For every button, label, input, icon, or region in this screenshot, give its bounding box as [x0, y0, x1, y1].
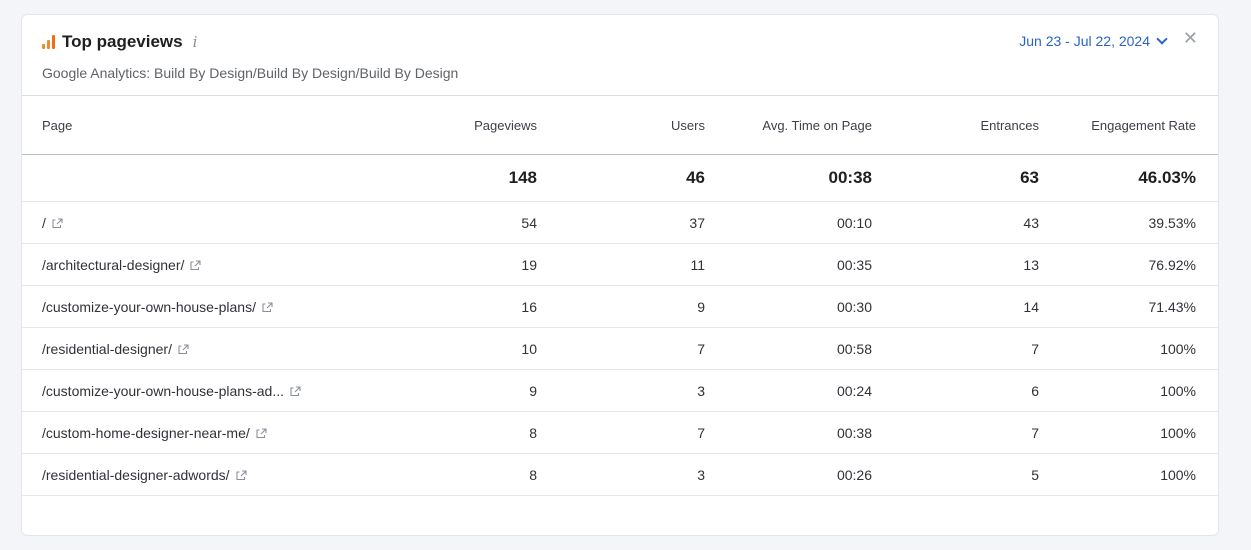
widget-title: Top pageviews [62, 32, 183, 51]
pageviews-cell: 8 [372, 453, 537, 496]
close-icon[interactable]: ✕ [1183, 29, 1198, 47]
pageviews-cell: 19 [372, 243, 537, 286]
page-cell: /residential-designer-adwords/ [22, 453, 372, 496]
avg-time-cell: 00:26 [705, 453, 872, 496]
table-header-row: Page Pageviews Users Avg. Time on Page E… [22, 96, 1218, 155]
info-icon[interactable]: i [193, 33, 198, 51]
avg-time-cell: 00:35 [705, 243, 872, 286]
users-cell: 7 [537, 411, 705, 454]
column-header-entrances[interactable]: Entrances [872, 96, 1039, 155]
table-row: /custom-home-designer-near-me/8 7 00:38 7 10… [22, 411, 1218, 454]
table-row: /architectural-designer/19 11 00:35 13 76.92… [22, 243, 1218, 286]
external-link-icon[interactable] [235, 469, 247, 481]
page-link[interactable]: /customize-your-own-house-plans/ [42, 299, 256, 315]
page-cell: /architectural-designer/ [22, 243, 372, 286]
users-cell: 9 [537, 285, 705, 328]
page-link[interactable]: /residential-designer-adwords/ [42, 467, 230, 483]
page-cell: / [22, 201, 372, 244]
avg-time-cell: 00:10 [705, 201, 872, 244]
users-cell: 11 [537, 243, 705, 286]
pageviews-cell: 54 [372, 201, 537, 244]
column-header-avg-time[interactable]: Avg. Time on Page [705, 96, 872, 155]
total-engagement-rate: 46.03% [1039, 154, 1218, 202]
pageviews-cell: 9 [372, 369, 537, 412]
table-row: / 54 37 00:10 43 39.53% [22, 201, 1218, 244]
table-row: /residential-designer-adwords/8 3 00:26 5 10… [22, 453, 1218, 496]
page-cell: /customize-your-own-house-plans-ad... [22, 369, 372, 412]
entrances-cell: 5 [872, 453, 1039, 496]
users-cell: 7 [537, 327, 705, 370]
widget-header: Top pageviews i Google Analytics: Build … [22, 15, 1218, 96]
page-cell: /custom-home-designer-near-me/ [22, 411, 372, 454]
pageviews-cell: 10 [372, 327, 537, 370]
external-link-icon[interactable] [256, 427, 267, 439]
total-pageviews: 148 [372, 154, 537, 202]
entrances-cell: 7 [872, 411, 1039, 454]
entrances-cell: 13 [872, 243, 1039, 286]
pageviews-cell: 16 [372, 285, 537, 328]
column-header-page[interactable]: Page [22, 96, 372, 155]
total-avg-time: 00:38 [705, 154, 872, 202]
external-link-icon[interactable] [190, 259, 201, 271]
page-link[interactable]: / [42, 215, 46, 231]
title-row: Top pageviews i [42, 31, 197, 53]
engagement-rate-cell: 100% [1039, 327, 1218, 370]
totals-row: 148 46 00:38 63 46.03% [22, 154, 1218, 202]
avg-time-cell: 00:24 [705, 369, 872, 412]
page-cell: /residential-designer/ [22, 327, 372, 370]
date-range-dropdown[interactable]: Jun 23 - Jul 22, 2024 [1019, 33, 1168, 49]
page-link[interactable]: /customize-your-own-house-plans-ad... [42, 383, 284, 399]
external-link-icon[interactable] [290, 385, 301, 397]
page-link[interactable]: /architectural-designer/ [42, 257, 184, 273]
engagement-rate-cell: 71.43% [1039, 285, 1218, 328]
avg-time-cell: 00:38 [705, 411, 872, 454]
users-cell: 37 [537, 201, 705, 244]
external-link-icon[interactable] [52, 217, 63, 229]
entrances-cell: 43 [872, 201, 1039, 244]
page-cell: /customize-your-own-house-plans/ [22, 285, 372, 328]
engagement-rate-cell: 39.53% [1039, 201, 1218, 244]
engagement-rate-cell: 100% [1039, 411, 1218, 454]
entrances-cell: 7 [872, 327, 1039, 370]
column-header-users[interactable]: Users [537, 96, 705, 155]
column-header-engagement-rate[interactable]: Engagement Rate [1039, 96, 1218, 155]
users-cell: 3 [537, 369, 705, 412]
total-users: 46 [537, 154, 705, 202]
entrances-cell: 14 [872, 285, 1039, 328]
pageviews-cell: 8 [372, 411, 537, 454]
total-entrances: 63 [872, 154, 1039, 202]
table-row: /customize-your-own-house-plans/16 9 00:30… [22, 285, 1218, 328]
external-link-icon[interactable] [262, 301, 273, 313]
widget-subtitle: Google Analytics: Build By Design/Build … [42, 65, 459, 81]
users-cell: 3 [537, 453, 705, 496]
pageviews-table: Page Pageviews Users Avg. Time on Page E… [22, 96, 1218, 496]
avg-time-cell: 00:58 [705, 327, 872, 370]
engagement-rate-cell: 100% [1039, 369, 1218, 412]
page-link[interactable]: /residential-designer/ [42, 341, 172, 357]
engagement-rate-cell: 100% [1039, 453, 1218, 496]
engagement-rate-cell: 76.92% [1039, 243, 1218, 286]
avg-time-cell: 00:30 [705, 285, 872, 328]
totals-label [22, 154, 372, 202]
entrances-cell: 6 [872, 369, 1039, 412]
date-range-label: Jun 23 - Jul 22, 2024 [1019, 33, 1150, 49]
external-link-icon[interactable] [178, 343, 189, 355]
table-row: /residential-designer/10 7 00:58 7 100% [22, 327, 1218, 370]
column-header-pageviews[interactable]: Pageviews [372, 96, 537, 155]
chevron-down-icon [1156, 33, 1168, 45]
top-pageviews-widget: Top pageviews i Google Analytics: Build … [21, 14, 1219, 536]
table-row: /customize-your-own-house-plans-ad... 9 3 0… [22, 369, 1218, 412]
page-link[interactable]: /custom-home-designer-near-me/ [42, 425, 250, 441]
bar-chart-icon [42, 34, 56, 50]
